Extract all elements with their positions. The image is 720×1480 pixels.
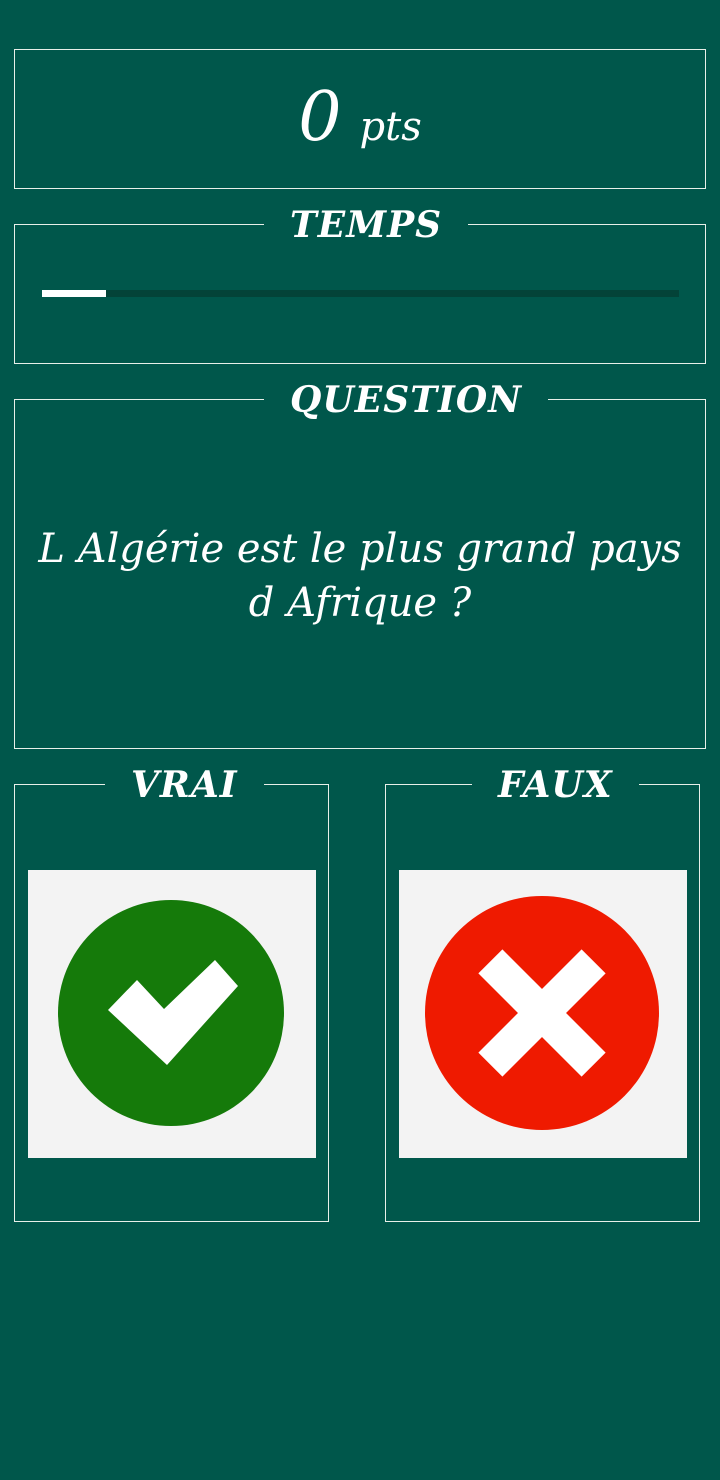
true-answer-button[interactable] xyxy=(28,870,316,1158)
question-panel: QUESTION L Algérie est le plus grand pay… xyxy=(14,374,706,749)
timer-progress-fill xyxy=(42,290,106,297)
timer-panel: TEMPS xyxy=(14,199,706,364)
x-circle-icon xyxy=(425,896,659,1130)
question-text: L Algérie est le plus grand pays d Afriq… xyxy=(38,526,682,626)
false-answer-button[interactable] xyxy=(399,870,687,1158)
question-label: QUESTION xyxy=(264,374,549,426)
score-panel: 0 pts xyxy=(14,49,706,189)
score-value: 0 xyxy=(298,78,342,157)
true-answer-label: VRAI xyxy=(105,759,264,811)
check-circle-icon xyxy=(58,900,284,1126)
timer-label: TEMPS xyxy=(264,199,469,251)
true-answer-panel: VRAI xyxy=(14,759,329,1222)
false-answer-label: FAUX xyxy=(472,759,639,811)
timer-progress-track xyxy=(42,290,679,297)
score-display: 0 pts xyxy=(15,80,705,156)
score-unit: pts xyxy=(359,104,422,150)
false-answer-panel: FAUX xyxy=(385,759,700,1222)
